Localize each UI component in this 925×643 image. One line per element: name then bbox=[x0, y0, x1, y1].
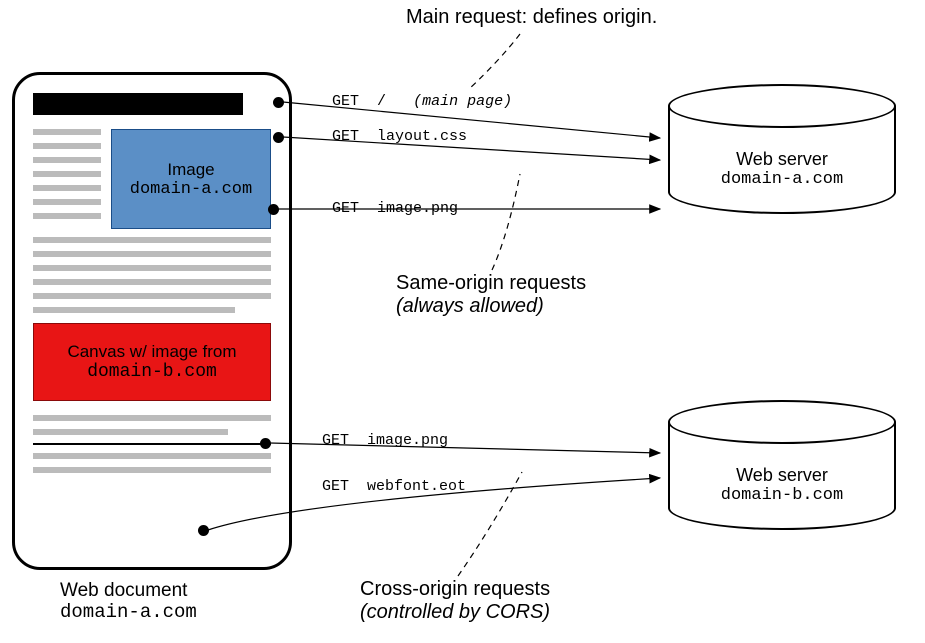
canvas-box-domain: domain-b.com bbox=[87, 362, 217, 382]
text-line bbox=[33, 307, 235, 313]
request-image-a: GET image.png bbox=[330, 200, 460, 217]
text-line bbox=[33, 213, 101, 219]
origin-dot bbox=[273, 132, 284, 143]
text-line bbox=[33, 453, 271, 459]
annotation-main-request-text: Main request: defines origin. bbox=[406, 6, 657, 28]
web-document: Image domain-a.com Canvas w/ image from … bbox=[12, 72, 292, 570]
server-b-domain: domain-b.com bbox=[721, 486, 843, 505]
annotation-same-origin-line2: (always allowed) bbox=[396, 295, 586, 318]
image-box: Image domain-a.com bbox=[111, 129, 271, 229]
req-path: layout.css bbox=[377, 128, 467, 145]
annotation-same-origin-line1: Same-origin requests bbox=[396, 272, 586, 295]
req-path: / bbox=[377, 93, 386, 110]
server-cylinder-icon: Web server domain-b.com bbox=[668, 400, 896, 530]
origin-dot bbox=[268, 204, 279, 215]
req-note: (main page) bbox=[413, 93, 512, 110]
annotation-main-request: Main request: defines origin. bbox=[406, 6, 657, 29]
req-method: GET bbox=[332, 200, 359, 217]
text-line bbox=[33, 129, 101, 135]
server-a-domain: domain-a.com bbox=[721, 170, 843, 189]
server-domain-a: Web server domain-a.com bbox=[668, 84, 896, 214]
server-b-label: Web server bbox=[736, 465, 828, 486]
canvas-box-label: Canvas w/ image from bbox=[67, 342, 236, 362]
text-line bbox=[33, 251, 271, 257]
origin-dot bbox=[198, 525, 209, 536]
server-a-label: Web server bbox=[736, 149, 828, 170]
server-cylinder-icon: Web server domain-a.com bbox=[668, 84, 896, 214]
req-method: GET bbox=[322, 432, 349, 449]
text-line bbox=[33, 199, 101, 205]
image-box-label: Image bbox=[167, 160, 214, 180]
text-line bbox=[33, 171, 101, 177]
request-image-b: GET image.png bbox=[320, 432, 450, 449]
diagram-stage: Main request: defines origin. Image doma… bbox=[0, 0, 925, 643]
req-path: image.png bbox=[367, 432, 448, 449]
text-line bbox=[33, 467, 271, 473]
request-main-page: GET / (main page) bbox=[330, 93, 514, 110]
annotation-cross-origin-line2: (controlled by CORS) bbox=[360, 601, 550, 624]
doc-caption: Web document domain-a.com bbox=[60, 580, 197, 624]
req-method: GET bbox=[322, 478, 349, 495]
annotation-cross-origin-line1: Cross-origin requests bbox=[360, 578, 550, 601]
server-domain-b: Web server domain-b.com bbox=[668, 400, 896, 530]
doc-titlebar bbox=[33, 93, 243, 115]
doc-caption-domain: domain-a.com bbox=[60, 602, 197, 624]
doc-upper-section: Image domain-a.com bbox=[33, 129, 271, 229]
origin-dot bbox=[260, 438, 271, 449]
text-line bbox=[33, 143, 101, 149]
doc-caption-line1: Web document bbox=[60, 580, 197, 602]
doc-divider bbox=[33, 443, 271, 445]
text-line bbox=[33, 293, 271, 299]
req-path: image.png bbox=[377, 200, 458, 217]
text-line bbox=[33, 185, 101, 191]
canvas-box: Canvas w/ image from domain-b.com bbox=[33, 323, 271, 401]
origin-dot bbox=[273, 97, 284, 108]
request-layout-css: GET layout.css bbox=[330, 128, 469, 145]
req-method: GET bbox=[332, 128, 359, 145]
text-line bbox=[33, 157, 101, 163]
text-line bbox=[33, 279, 271, 285]
text-line bbox=[33, 237, 271, 243]
image-box-domain: domain-a.com bbox=[130, 180, 252, 199]
text-line bbox=[33, 415, 271, 421]
req-method: GET bbox=[332, 93, 359, 110]
annotation-same-origin: Same-origin requests (always allowed) bbox=[396, 272, 586, 318]
text-line bbox=[33, 265, 271, 271]
request-webfont: GET webfont.eot bbox=[320, 478, 468, 495]
text-line bbox=[33, 429, 228, 435]
annotation-cross-origin: Cross-origin requests (controlled by COR… bbox=[360, 578, 550, 624]
req-path: webfont.eot bbox=[367, 478, 466, 495]
